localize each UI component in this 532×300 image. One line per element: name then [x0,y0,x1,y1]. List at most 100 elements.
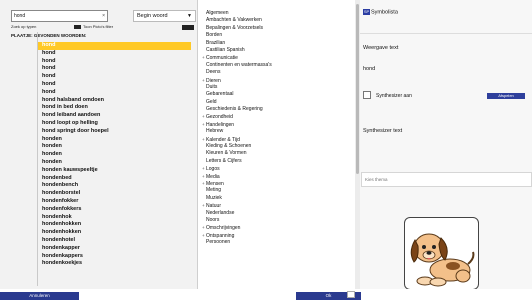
dog-pictogram [404,217,479,290]
word-list-item[interactable]: hond springt door hoepel [38,128,191,136]
category-item[interactable]: +Ontspanning [201,232,341,239]
word-list-item[interactable]: honden [38,159,191,167]
word-list-item[interactable]: hond in bed doen [38,104,191,112]
toggle-type-search-label: Zoek op typen [11,24,37,29]
word-list-item[interactable]: hondenhokken [38,229,191,237]
word-list-item[interactable]: hond halsband omdoen [38,97,191,105]
word-list-item[interactable]: honden [38,151,191,159]
category-item[interactable]: Noors [201,217,341,224]
category-item[interactable]: +Handelingen [201,121,341,128]
word-list-item[interactable]: hondenhotel [38,237,191,245]
word-list-item[interactable]: hondenhok [38,214,191,222]
category-item[interactable]: Continenten en watermassa's [201,62,341,69]
word-list-item[interactable]: hondenfokkers [38,206,191,214]
category-item[interactable]: Hebrew [201,128,341,135]
word-list-item[interactable]: hond [38,89,191,97]
word-list-item[interactable]: hondenbench [38,182,191,190]
category-label: Omschrijvingen [206,225,241,232]
category-item[interactable]: Meting [201,187,341,194]
toggle-type-search[interactable]: Zoek op typen [11,24,36,30]
afspelen-button[interactable]: Afspelen [487,93,525,99]
word-list[interactable]: hond hond hond hond hond hond hond hond halsban… [38,42,191,288]
word-list-item[interactable]: honden [38,136,191,144]
category-item[interactable]: Nederlandse [201,210,341,217]
category-item[interactable]: Duits [201,84,341,91]
word-list-item[interactable]: hond loopt op helling [38,120,191,128]
weergave-label: Weergave text [363,45,399,51]
category-item[interactable]: Geschiedenis & Regering [201,106,341,113]
clear-icon[interactable]: × [102,11,105,21]
category-label: Geschiedenis & Regering [206,106,263,113]
category-label: Ambachten & Vakwerken [206,17,262,24]
word-list-item[interactable]: hondenhokken [38,221,191,229]
category-item[interactable]: Bepalingen & Voorzetsels [201,25,341,32]
word-list-item[interactable]: hond [38,73,191,81]
search-mode-select[interactable]: Begin woord ▼ [133,10,196,22]
resize-handle[interactable] [347,291,355,298]
category-item[interactable]: +Natuur [201,202,341,209]
category-item[interactable]: Brazilian [201,40,341,47]
synthesizer-text-label: Synthesizer text [363,128,403,134]
word-list-item[interactable]: hond leiband aandoen [38,112,191,120]
bottom-bar [0,289,532,300]
category-scrollbar-thumb[interactable] [356,4,359,174]
category-item[interactable]: Deens [201,69,341,76]
category-label: Handelingen [206,121,235,128]
category-item[interactable]: +Gezondheid [201,113,341,120]
category-item[interactable]: Muziek [201,195,341,202]
word-list-item[interactable]: hondenbed [38,175,191,183]
category-item[interactable]: Algemeen [201,10,341,17]
word-list-item[interactable]: hond [38,65,191,73]
category-item[interactable]: +Dieren [201,77,341,84]
category-label: Meting [206,187,222,194]
word-list-item[interactable]: hond [38,58,191,66]
category-item[interactable]: Gebarentaal [201,91,341,98]
toggle-picto-filter[interactable]: Toon Picto's filter [74,24,113,30]
word-list-item[interactable]: hondenfokker [38,198,191,206]
category-item[interactable]: +Media [201,173,341,180]
category-item[interactable]: Letters & Cijfers [201,158,341,165]
search-value: hond [14,13,26,19]
category-panel: Algemeen Ambachten & Vakwerken Bepalingen … [198,0,353,289]
word-list-item[interactable]: hondenkapper [38,245,191,253]
weergave-text-value[interactable]: hond [363,66,375,72]
category-item[interactable]: Castilian Spanish [201,47,341,54]
category-label: Media [206,173,220,180]
cancel-button[interactable]: Annuleren [0,292,79,300]
word-list-item[interactable]: honden [38,143,191,151]
category-item[interactable]: Geld [201,99,341,106]
category-item[interactable]: +Mensen [201,180,341,187]
search-panel: hond × Begin woord ▼ Zoek op typen Toon … [0,0,198,289]
category-label: Letters & Cijfers [206,157,242,164]
category-item[interactable]: Ambachten & Vakwerken [201,17,341,24]
category-item[interactable]: +Omschrijvingen [201,224,341,231]
toggle-switch[interactable] [182,25,194,30]
category-label: Persoonen [206,239,231,246]
word-list-item[interactable]: hondenkoekjes [38,260,191,268]
search-input[interactable]: hond × [11,10,108,22]
app-title: SP Symbolista [363,9,398,15]
word-list-item[interactable]: hondenborstel [38,190,191,198]
category-label: Brazilian [206,39,226,46]
synthesizer-checkbox[interactable] [363,91,371,99]
category-list[interactable]: Algemeen Ambachten & Vakwerken Bepalingen … [201,10,341,288]
category-label: Ontspanning [206,232,235,239]
word-list-item[interactable]: hondenkappers [38,253,191,261]
category-item[interactable]: Kleding & Schoenen [201,143,341,150]
category-item[interactable]: Kleuren & Vormen [201,150,341,157]
category-label: Deens [206,69,221,76]
word-list-item[interactable]: honden kauwspeeltje [38,167,191,175]
word-list-item[interactable]: hond [38,50,191,58]
preview-panel: SP Symbolista Weergave text hond Synthesi… [360,0,532,290]
category-item[interactable]: +Kalender & Tijd [201,136,341,143]
list-header: PLAATJE: GEVONDEN WOORDEN: [11,33,87,38]
category-label: Bepalingen & Voorzetsels [206,24,263,31]
chevron-down-icon: ▼ [187,13,192,19]
category-item[interactable]: +Communicatie [201,54,341,61]
word-list-item[interactable]: hond [38,42,191,50]
word-list-item[interactable]: hond [38,81,191,89]
category-item[interactable]: Persoonen [201,239,341,246]
theme-select[interactable]: Kies thema [361,172,532,187]
category-item[interactable]: Borden [201,32,341,39]
category-item[interactable]: +Logos [201,165,341,172]
